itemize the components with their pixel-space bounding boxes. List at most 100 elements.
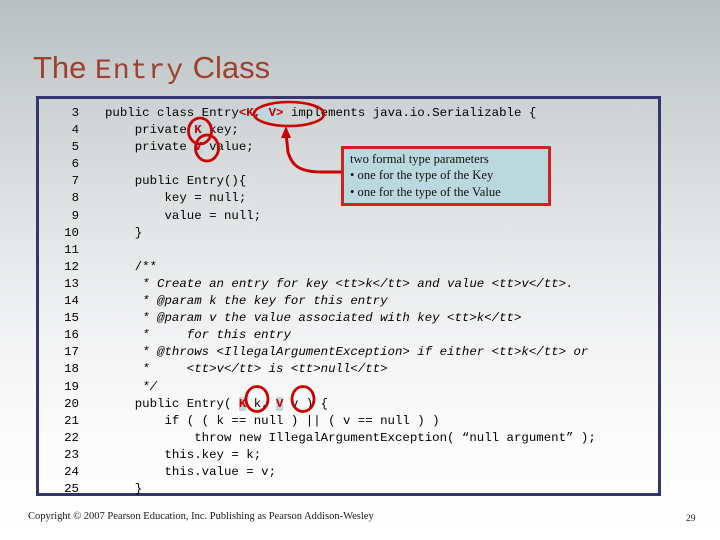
- code-line-text: this.key = k;: [79, 447, 261, 464]
- code-text-run: * for this entry: [105, 328, 291, 343]
- code-line: 17 * @throws <IllegalArgumentException> …: [39, 344, 596, 361]
- code-line-text: * @param v the value associated with key…: [79, 310, 521, 327]
- code-line-text: */: [79, 379, 157, 396]
- code-line: 3 public class Entry<K, V> implements jav…: [39, 105, 596, 122]
- type-parameter-highlight: <K, V>: [238, 106, 284, 120]
- code-line-text: * @param k the key for this entry: [79, 293, 388, 310]
- code-line-number: 13: [64, 276, 79, 291]
- page-title-prefix: The: [33, 50, 96, 85]
- code-line-number: 14: [64, 294, 79, 309]
- code-text-run: key = null;: [105, 191, 247, 206]
- code-line-number: 15: [64, 311, 79, 326]
- type-parameter-highlight: K: [238, 396, 247, 411]
- code-line-number: 3: [71, 106, 79, 120]
- type-parameter-highlight: V: [194, 140, 202, 155]
- code-line: 21 if ( ( k == null ) || ( v == null ) ): [39, 413, 596, 430]
- code-text-run: */: [105, 379, 158, 394]
- code-text-run: private: [105, 123, 195, 138]
- code-line: 15 * @param v the value associated with …: [39, 310, 596, 327]
- code-text-run: value = null;: [105, 208, 262, 223]
- code-line-number: 11: [64, 242, 79, 257]
- code-line-text: key = null;: [79, 190, 246, 207]
- code-line: 16 * for this entry: [39, 327, 596, 344]
- code-line-number: 19: [64, 379, 79, 394]
- code-line-number: 25: [64, 482, 79, 497]
- code-line: 12 /**: [39, 259, 596, 276]
- callout-type-parameters: two formal type parameters • one for the…: [341, 146, 551, 206]
- footer-copyright: Copyright © 2007 Pearson Education, Inc.…: [28, 511, 374, 522]
- code-line-number: 4: [71, 123, 79, 138]
- code-line-text: }: [79, 225, 142, 242]
- code-text-run: /**: [105, 259, 158, 274]
- code-line: 25 }: [39, 481, 596, 498]
- code-text-run: private: [105, 140, 195, 155]
- code-line: 13 * Create an entry for key <tt>k</tt> …: [39, 276, 596, 293]
- code-text-run: }: [105, 482, 143, 497]
- code-line-number: 22: [64, 430, 79, 445]
- type-parameter-highlight: V: [276, 396, 284, 411]
- code-line-text: * <tt>v</tt> is <tt>null</tt>: [79, 361, 388, 378]
- code-text-run: public Entry(: [105, 396, 239, 411]
- code-text-run: public class Entry: [105, 106, 239, 120]
- code-text-run: key;: [201, 123, 239, 138]
- code-text-run: }: [105, 225, 143, 240]
- code-line: 11: [39, 242, 596, 259]
- code-text-run: if ( ( k == null ) || ( v == null ) ): [105, 413, 440, 428]
- code-text-run: throw new IllegalArgumentException( “nul…: [105, 430, 596, 445]
- code-text-run: * @param v the value associated with key…: [105, 311, 522, 326]
- code-text-run: k,: [246, 396, 277, 411]
- code-line-text: * Create an entry for key <tt>k</tt> and…: [79, 276, 573, 293]
- code-line-text: }: [79, 481, 142, 498]
- code-line-number: 6: [71, 157, 79, 172]
- code-line-text: this.value = v;: [79, 464, 276, 481]
- code-line-text: public Entry( K k, V v ) {: [79, 396, 328, 413]
- code-line-text: private K key;: [79, 122, 239, 139]
- page-title: The Entry Class: [33, 50, 270, 87]
- code-line-number: 20: [64, 396, 79, 411]
- code-text-run: value;: [201, 140, 254, 155]
- code-line: 14 * @param k the key for this entry: [39, 293, 596, 310]
- code-line: 18 * <tt>v</tt> is <tt>null</tt>: [39, 361, 596, 378]
- code-line-number: 16: [64, 328, 79, 343]
- code-line: 20 public Entry( K k, V v ) {: [39, 396, 596, 413]
- code-line-number: 12: [64, 259, 79, 274]
- code-line: 23 this.key = k;: [39, 447, 596, 464]
- code-text-run: * Create an entry for key <tt>k</tt> and…: [105, 276, 574, 291]
- code-line-text: * @throws <IllegalArgumentException> if …: [79, 344, 588, 361]
- code-line-number: 8: [71, 191, 79, 206]
- code-text-run: this.key = k;: [105, 447, 262, 462]
- code-line-number: 21: [64, 413, 79, 428]
- code-line-text: private V value;: [79, 139, 254, 156]
- page-title-class-name: Entry: [95, 56, 185, 87]
- code-line: 10 }: [39, 225, 596, 242]
- callout-heading: two formal type parameters: [350, 152, 489, 166]
- code-line-text: throw new IllegalArgumentException( “nul…: [79, 430, 596, 447]
- code-line-number: 24: [64, 464, 79, 479]
- code-line: 19 */: [39, 379, 596, 396]
- code-line-text: public Entry(){: [79, 173, 247, 190]
- code-line: 9 value = null;: [39, 208, 596, 225]
- code-line-number: 7: [71, 174, 79, 189]
- code-line-number: 9: [71, 208, 79, 223]
- code-text-run: implements java.io.Serializable {: [283, 106, 537, 120]
- footer-page-number: 29: [686, 514, 696, 524]
- code-line: 22 throw new IllegalArgumentException( “…: [39, 430, 596, 447]
- callout-bullet-value: • one for the type of the Value: [350, 184, 501, 199]
- code-line: 4 private K key;: [39, 122, 596, 139]
- code-text-run: * <tt>v</tt> is <tt>null</tt>: [105, 362, 388, 377]
- code-text-run: * @throws <IllegalArgumentException> if …: [105, 345, 589, 360]
- code-line-text: /**: [79, 259, 157, 276]
- code-text-run: public Entry(){: [105, 174, 247, 189]
- code-text-run: * @param k the key for this entry: [105, 294, 388, 309]
- type-parameter-highlight: K: [194, 123, 202, 138]
- code-line: 24 this.value = v;: [39, 464, 596, 481]
- code-text-run: v ) {: [283, 396, 329, 411]
- code-line-text: public class Entry<K, V> implements java…: [79, 105, 536, 122]
- code-text-run: this.value = v;: [105, 464, 277, 479]
- page-title-suffix: Class: [184, 50, 271, 85]
- code-line-text: * for this entry: [79, 327, 291, 344]
- callout-bullet-key: • one for the type of the Key: [350, 168, 494, 183]
- code-line-number: 10: [64, 225, 79, 240]
- code-line-number: 18: [64, 362, 79, 377]
- code-line-number: 5: [71, 140, 79, 155]
